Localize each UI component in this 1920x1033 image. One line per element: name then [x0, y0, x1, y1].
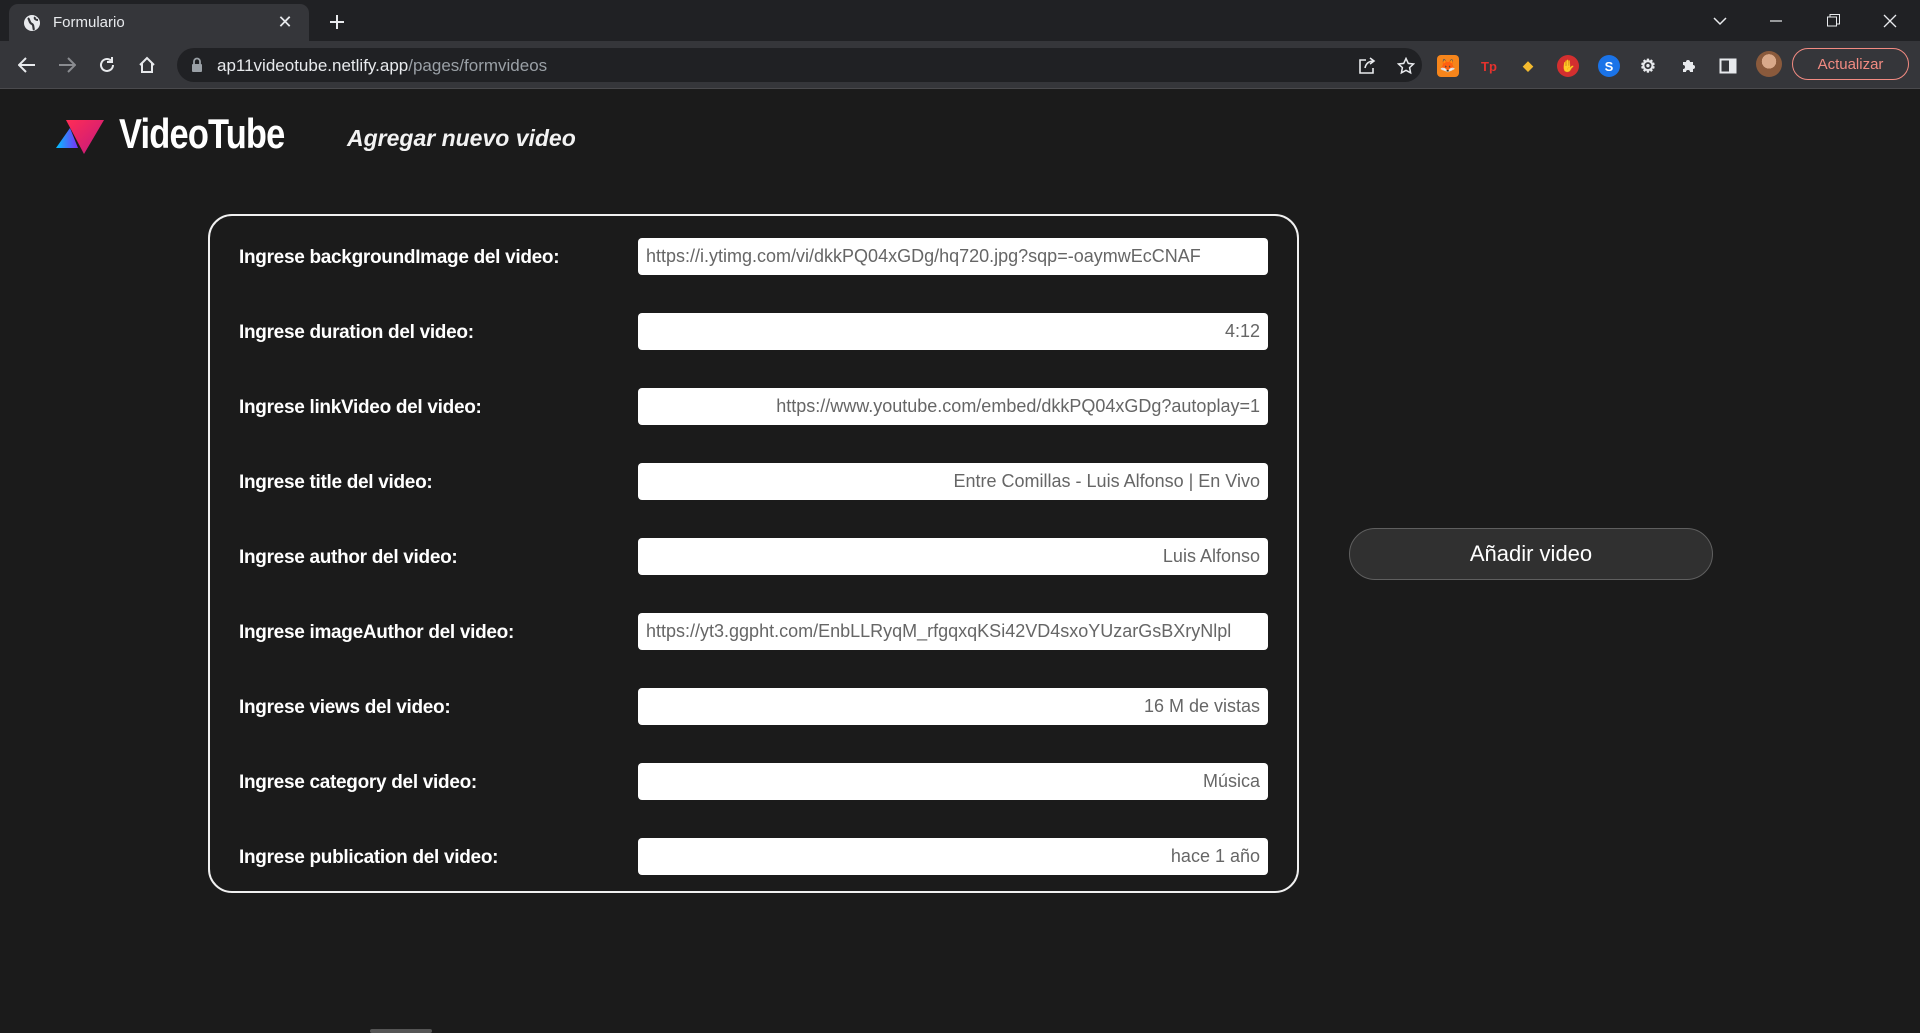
title-input[interactable] [638, 463, 1268, 500]
hand-stop-icon[interactable]: ✋ [1557, 55, 1579, 77]
field-label: Ingrese imageAuthor del video: [239, 622, 514, 643]
back-arrow-icon[interactable] [11, 49, 43, 81]
field-row-imageauthor: Ingrese imageAuthor del video: [210, 613, 1297, 653]
metamask-icon[interactable]: 🦊 [1437, 55, 1459, 77]
duration-input[interactable] [638, 313, 1268, 350]
puzzle-icon[interactable] [1678, 55, 1700, 77]
add-video-button[interactable]: Añadir video [1349, 528, 1713, 580]
field-label: Ingrese author del video: [239, 547, 458, 568]
author-input[interactable] [638, 538, 1268, 575]
field-label: Ingrese backgroundImage del video: [239, 247, 560, 268]
backgroundimage-input[interactable] [638, 238, 1268, 275]
brand-title[interactable]: VideoTube [119, 110, 285, 158]
videotube-logo-icon [56, 118, 106, 156]
field-row-category: Ingrese category del video: [210, 763, 1297, 803]
star-icon[interactable] [1396, 56, 1416, 76]
field-row-linkvideo: Ingrese linkVideo del video: [210, 388, 1297, 428]
field-label: Ingrese linkVideo del video: [239, 397, 482, 418]
sidepanel-icon[interactable] [1717, 55, 1739, 77]
new-tab-button[interactable] [323, 8, 351, 36]
linkvideo-input[interactable] [638, 388, 1268, 425]
field-label: Ingrese publication del video: [239, 847, 499, 868]
close-tab-icon[interactable]: ✕ [275, 12, 295, 33]
url-text: ap11videotube.netlify.app/pages/formvide… [217, 56, 548, 75]
restore-button[interactable] [1805, 0, 1861, 41]
home-icon[interactable] [131, 49, 163, 81]
browser-toolbar: ap11videotube.netlify.app/pages/formvide… [0, 41, 1920, 89]
address-bar[interactable]: ap11videotube.netlify.app/pages/formvide… [177, 48, 1422, 82]
tab-title: Formulario [53, 14, 125, 31]
video-form: Ingrese backgroundImage del video: Ingre… [208, 214, 1299, 893]
field-row-title: Ingrese title del video: [210, 463, 1297, 503]
tp-icon[interactable]: Tp [1478, 55, 1500, 77]
globe-icon [23, 14, 41, 32]
field-row-views: Ingrese views del video: [210, 688, 1297, 728]
tab-strip: Formulario ✕ [0, 0, 1920, 41]
tab-search-chevron-icon[interactable] [1692, 0, 1748, 41]
views-input[interactable] [638, 688, 1268, 725]
category-input[interactable] [638, 763, 1268, 800]
field-row-duration: Ingrese duration del video: [210, 313, 1297, 353]
page-subtitle: Agregar nuevo video [347, 125, 576, 151]
shazam-icon[interactable]: S [1598, 55, 1620, 77]
field-label: Ingrese duration del video: [239, 322, 474, 343]
field-row-author: Ingrese author del video: [210, 538, 1297, 578]
browser-tab[interactable]: Formulario ✕ [9, 4, 309, 41]
field-label: Ingrese title del video: [239, 472, 433, 493]
field-label: Ingrese category del video: [239, 772, 477, 793]
field-row-publication: Ingrese publication del video: [210, 838, 1297, 878]
gear-icon[interactable]: ⚙ [1637, 55, 1659, 77]
imageauthor-input[interactable] [638, 613, 1268, 650]
update-button[interactable]: Actualizar [1792, 48, 1909, 80]
publication-input[interactable] [638, 838, 1268, 875]
minimize-button[interactable] [1748, 0, 1804, 41]
forward-arrow-icon[interactable] [51, 49, 83, 81]
share-icon[interactable] [1357, 56, 1377, 76]
lock-icon[interactable] [191, 57, 203, 78]
field-label: Ingrese views del video: [239, 697, 451, 718]
close-window-button[interactable] [1862, 0, 1918, 41]
horizontal-scrollbar[interactable] [370, 1029, 432, 1033]
profile-avatar[interactable] [1756, 51, 1782, 77]
reload-icon[interactable] [91, 49, 123, 81]
field-row-backgroundimage: Ingrese backgroundImage del video: [210, 238, 1297, 278]
cube-icon[interactable]: ◆ [1517, 55, 1539, 77]
